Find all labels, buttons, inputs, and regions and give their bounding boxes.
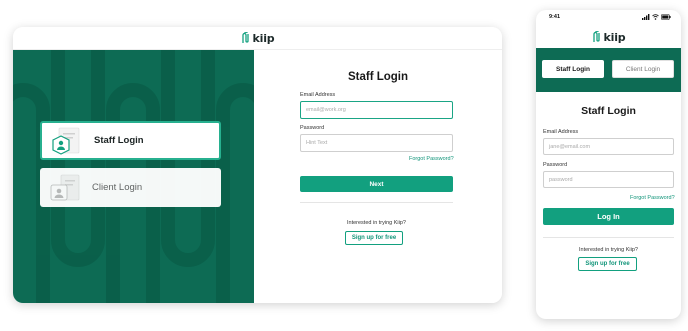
page-title: Staff Login xyxy=(347,71,409,83)
kiip-logo-mobile: kiip xyxy=(592,31,626,44)
status-bar: 9:41 xyxy=(536,10,681,24)
client-login-label: Client Login xyxy=(92,182,143,193)
mobile-divider xyxy=(543,237,674,238)
battery-icon xyxy=(661,14,671,20)
kiip-logo: kiip xyxy=(241,32,275,45)
mobile-password-field[interactable]: password xyxy=(543,171,674,188)
login-button[interactable]: Log In xyxy=(543,208,674,225)
desktop-frame: kiip Staff Login Client Login Staff Logi… xyxy=(13,27,502,303)
signal-icon xyxy=(642,14,650,20)
kiip-logo-icon xyxy=(241,32,249,43)
desktop-header: kiip xyxy=(13,27,502,50)
staff-login-card[interactable]: Staff Login xyxy=(40,121,221,160)
password-field[interactable]: Hint Text xyxy=(300,134,453,152)
mobile-logo: kiip xyxy=(536,28,681,46)
mobile-frame: 9:41 kiip Staff Login Client Login Staff… xyxy=(536,10,681,319)
mobile-role-tabs: Staff Login Client Login xyxy=(536,48,681,92)
email-field[interactable]: email@work.org xyxy=(300,101,453,119)
status-time: 9:41 xyxy=(549,14,561,20)
mobile-page-title: Staff Login xyxy=(581,105,636,117)
next-button[interactable]: Next xyxy=(300,176,453,192)
interest-text: Interested in trying Kiip? xyxy=(346,220,406,226)
client-id-icon xyxy=(48,173,82,203)
role-select-panel: Staff Login Client Login xyxy=(13,50,254,303)
staff-id-icon xyxy=(50,126,84,156)
forgot-password-link[interactable]: Forgot Password? xyxy=(409,156,454,162)
login-form-panel: Staff Login Email Address email@work.org… xyxy=(254,50,502,303)
mobile-password-label: Password xyxy=(543,162,568,168)
tab-staff-login[interactable]: Staff Login xyxy=(542,60,604,78)
status-icons xyxy=(642,14,671,20)
wifi-icon xyxy=(652,14,659,20)
mobile-email-field[interactable]: jane@email.com xyxy=(543,138,674,155)
password-label: Password xyxy=(300,125,325,131)
mobile-forgot-password-link[interactable]: Forgot Password? xyxy=(630,195,675,201)
staff-login-label: Staff Login xyxy=(94,135,144,146)
mobile-email-label: Email Address xyxy=(543,129,579,135)
mobile-interest-text: Interested in trying Kiip? xyxy=(578,247,638,253)
email-label: Email Address xyxy=(300,92,336,98)
client-login-card[interactable]: Client Login xyxy=(40,168,221,207)
mobile-signup-button[interactable]: Sign up for free xyxy=(578,257,637,271)
signup-button[interactable]: Sign up for free xyxy=(345,231,403,245)
kiip-logo-icon xyxy=(592,31,600,42)
tab-client-login[interactable]: Client Login xyxy=(612,60,674,78)
logo-wordmark: kiip xyxy=(603,30,626,44)
divider xyxy=(300,202,453,203)
logo-wordmark: kiip xyxy=(252,31,275,45)
